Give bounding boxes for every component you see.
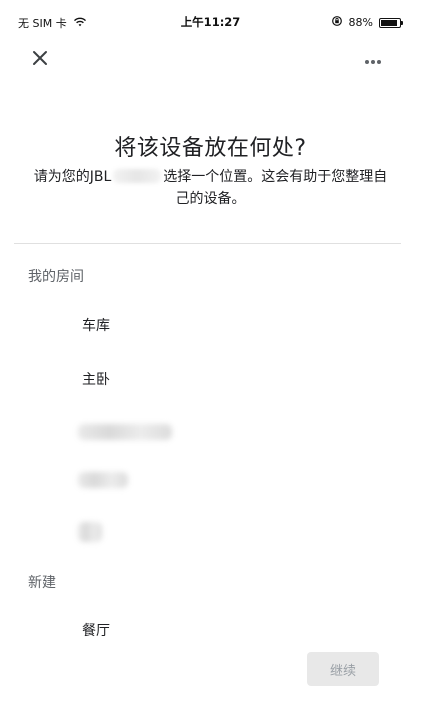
- more-options-button[interactable]: [359, 48, 387, 70]
- battery-fill: [381, 19, 397, 26]
- continue-button[interactable]: 继续: [307, 652, 379, 686]
- page-subtitle: 请为您的JBL 选择一个位置。这会有助于您整理自己的设备。: [30, 166, 391, 210]
- redacted-room-label: [78, 424, 172, 440]
- subtitle-prefix: 请为您的JBL: [33, 169, 112, 185]
- section-my-rooms: 我的房间: [28, 269, 84, 285]
- room-item-master-bedroom[interactable]: 主卧: [0, 357, 421, 401]
- redacted-room-label: [78, 522, 102, 542]
- divider: [14, 243, 401, 244]
- page-title: 将该设备放在何处?: [114, 136, 307, 161]
- room-item-dining-room[interactable]: 餐厅: [0, 608, 421, 652]
- room-label: 主卧: [82, 372, 110, 388]
- battery-icon: [379, 17, 403, 28]
- room-item-redacted-2[interactable]: [0, 458, 421, 502]
- status-bar: 无 SIM 卡 上午11:27 88%: [0, 0, 421, 44]
- section-new: 新建: [28, 575, 56, 591]
- battery-percent: 88%: [348, 16, 373, 29]
- status-right: 88%: [331, 15, 403, 30]
- close-button[interactable]: [26, 46, 54, 74]
- room-item-redacted-3[interactable]: [0, 510, 421, 554]
- room-label: 餐厅: [82, 623, 110, 639]
- subtitle-suffix: 选择一个位置。这会有助于您整理自己的设备。: [163, 169, 388, 207]
- redacted-room-label: [78, 472, 128, 488]
- redacted-device-name: [113, 169, 162, 183]
- room-label: 车库: [82, 318, 110, 334]
- room-item-redacted-1[interactable]: [0, 410, 421, 454]
- more-horizontal-icon: [364, 50, 382, 69]
- room-item-garage[interactable]: 车库: [0, 303, 421, 347]
- close-icon: [32, 50, 48, 70]
- orientation-lock-icon: [331, 15, 343, 30]
